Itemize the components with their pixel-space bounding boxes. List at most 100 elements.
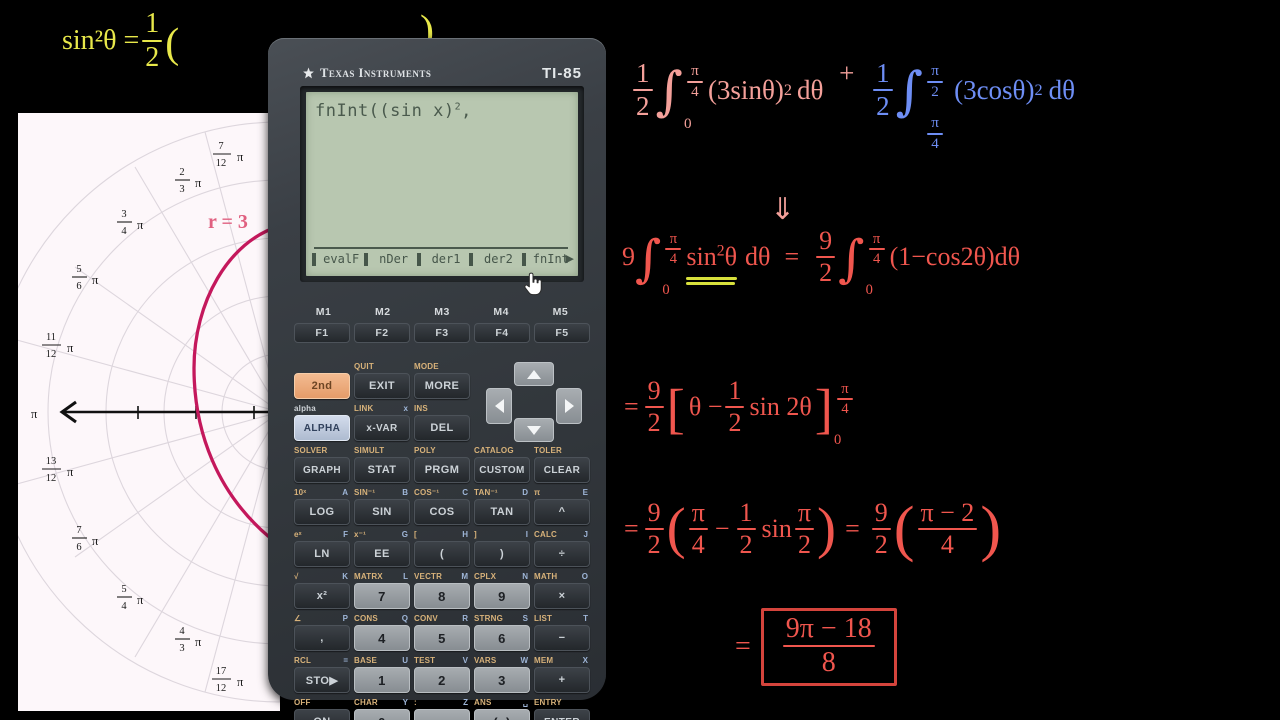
hw-l2-rhs-body: (1−cos2θ)dθ	[889, 242, 1021, 271]
hw-l3-inner-frac: 1 2	[725, 378, 745, 436]
key-alpha-label: S	[522, 614, 528, 623]
svg-text:3: 3	[179, 184, 184, 195]
key-5[interactable]: 5	[414, 625, 470, 651]
key-exit[interactable]: EXIT	[354, 373, 410, 399]
arrow-down-key[interactable]	[514, 418, 554, 442]
arrow-left-icon	[494, 399, 504, 413]
key-sin[interactable]: SIN	[354, 499, 410, 525]
key-sto[interactable]: STO▶	[294, 667, 350, 693]
key-custom[interactable]: CUSTOM	[474, 457, 530, 483]
key-x-var[interactable]: x-VAR	[354, 415, 410, 441]
hw-l1-limits: π 4 0	[684, 63, 706, 132]
key-f3[interactable]: F3	[414, 323, 470, 343]
key-[interactable]: ×	[534, 583, 590, 609]
hw-l4-minus: −	[714, 514, 730, 543]
key-2[interactable]: 2	[414, 667, 470, 693]
key-ee[interactable]: EE	[354, 541, 410, 567]
key-clear[interactable]: CLEAR	[534, 457, 590, 483]
svg-text:π: π	[237, 675, 244, 689]
hw-l2-power: 2	[716, 242, 725, 260]
key-cell: x⁻¹ G EE	[352, 530, 412, 571]
key-8[interactable]: 8	[414, 583, 470, 609]
keypad-row: 10ˣ A LOG SIN⁻¹ B SIN COS⁻¹ C COS TAN⁻¹ D TAN π E ^	[292, 488, 592, 529]
menu-item-evalf[interactable]: evalF	[312, 252, 364, 266]
hw-l4-close1: )	[817, 496, 837, 560]
ti-85-calculator[interactable]: Texas Instruments TI-85 fnInt((sin x)2, …	[268, 38, 606, 720]
menu-more-arrow-icon[interactable]: ▶	[566, 252, 574, 265]
polar-label-2-3-pi: 2 3 π	[175, 167, 202, 195]
key-graph[interactable]: GRAPH	[294, 457, 350, 483]
key-f4[interactable]: F4	[474, 323, 530, 343]
key-second-label: √	[294, 572, 299, 581]
menu-item-der2[interactable]: der2	[469, 252, 521, 266]
hw-l1r-diff: dθ	[1048, 74, 1076, 105]
svg-text:7: 7	[218, 141, 223, 152]
hw-line1-operator: +	[839, 58, 855, 88]
key-alpha-label: C	[462, 488, 468, 497]
key-alpha-label: x	[403, 404, 408, 413]
menu-item-nder[interactable]: nDer	[364, 252, 416, 266]
hw-l4-open1: (	[666, 496, 686, 560]
key-cell: MEM X +	[532, 656, 592, 697]
key-del[interactable]: DEL	[414, 415, 470, 441]
key-second-label: ENTRY	[534, 698, 562, 707]
key-0[interactable]: 0	[354, 709, 410, 720]
key-second-label: CHAR	[354, 698, 378, 707]
key-stat[interactable]: STAT	[354, 457, 410, 483]
key-[interactable]: (−)	[474, 709, 530, 720]
svg-text:12: 12	[216, 683, 227, 694]
key-alpha-label: =	[343, 656, 348, 665]
key-6[interactable]: 6	[474, 625, 530, 651]
key-[interactable]: −	[534, 625, 590, 651]
key-log[interactable]: LOG	[294, 499, 350, 525]
key-3[interactable]: 3	[474, 667, 530, 693]
key-[interactable]: ÷	[534, 541, 590, 567]
key-alpha[interactable]: ALPHA	[294, 415, 350, 441]
hw-l3-body-b: sin 2θ	[749, 392, 812, 421]
arrow-left-key[interactable]	[486, 388, 512, 424]
key-9[interactable]: 9	[474, 583, 530, 609]
key-1[interactable]: 1	[354, 667, 410, 693]
key-4[interactable]: 4	[354, 625, 410, 651]
polar-plot-svg: 7 12 π 2 3 π 3 4 π 5 6 π 11 12 π π 13 12…	[18, 121, 280, 703]
key-[interactable]: ,	[294, 625, 350, 651]
key-alpha-label: W	[520, 656, 528, 665]
hw-l3-equals: =	[624, 392, 639, 421]
key-cell: STRNG S 6	[472, 614, 532, 655]
key-f5[interactable]: F5	[534, 323, 590, 343]
key-enter[interactable]: ENTER	[534, 709, 590, 720]
key-more[interactable]: MORE	[414, 373, 470, 399]
key-prgm[interactable]: PRGM	[414, 457, 470, 483]
key-[interactable]: (	[414, 541, 470, 567]
integral-sign: ∫	[655, 60, 683, 122]
key-[interactable]: ·	[414, 709, 470, 720]
key-[interactable]: ^	[534, 499, 590, 525]
lcd-screen[interactable]: fnInt((sin x)2, evalF nDer der1 der2 fnI…	[306, 92, 578, 276]
key-cell: 2nd	[292, 362, 352, 403]
key-f1[interactable]: F1	[294, 323, 350, 343]
key-cell: [H (	[412, 530, 472, 571]
polar-plot-panel: 7 12 π 2 3 π 3 4 π 5 6 π 11 12 π π 13 12…	[18, 113, 280, 711]
texas-instruments-star-icon	[303, 67, 314, 78]
key-alpha-label: A	[342, 488, 348, 497]
key-on[interactable]: ON	[294, 709, 350, 720]
arrow-up-key[interactable]	[514, 362, 554, 386]
key-7[interactable]: 7	[354, 583, 410, 609]
hw-line1-right: 1 2 ∫ π 2 π 4 (3cosθ) 2 dθ	[870, 60, 1076, 151]
key-second-label: MEM	[534, 656, 554, 665]
key-f2[interactable]: F2	[354, 323, 410, 343]
key-second-label: x⁻¹	[354, 530, 366, 539]
screenshot-root: 7 12 π 2 3 π 3 4 π 5 6 π 11 12 π π 13 12…	[0, 0, 1280, 720]
key-ln[interactable]: LN	[294, 541, 350, 567]
key-2nd[interactable]: 2nd	[294, 373, 350, 399]
key-cell: CALC J ÷	[532, 530, 592, 571]
key-[interactable]: +	[534, 667, 590, 693]
key-tan[interactable]: TAN	[474, 499, 530, 525]
key-x[interactable]: x²	[294, 583, 350, 609]
key-[interactable]: )	[474, 541, 530, 567]
menu-item-der1[interactable]: der1	[416, 252, 469, 266]
key-cos[interactable]: COS	[414, 499, 470, 525]
key-alpha-label: R	[462, 614, 468, 623]
arrow-right-key[interactable]	[556, 388, 582, 424]
hw-tl-text: sin²θ =	[62, 25, 140, 56]
